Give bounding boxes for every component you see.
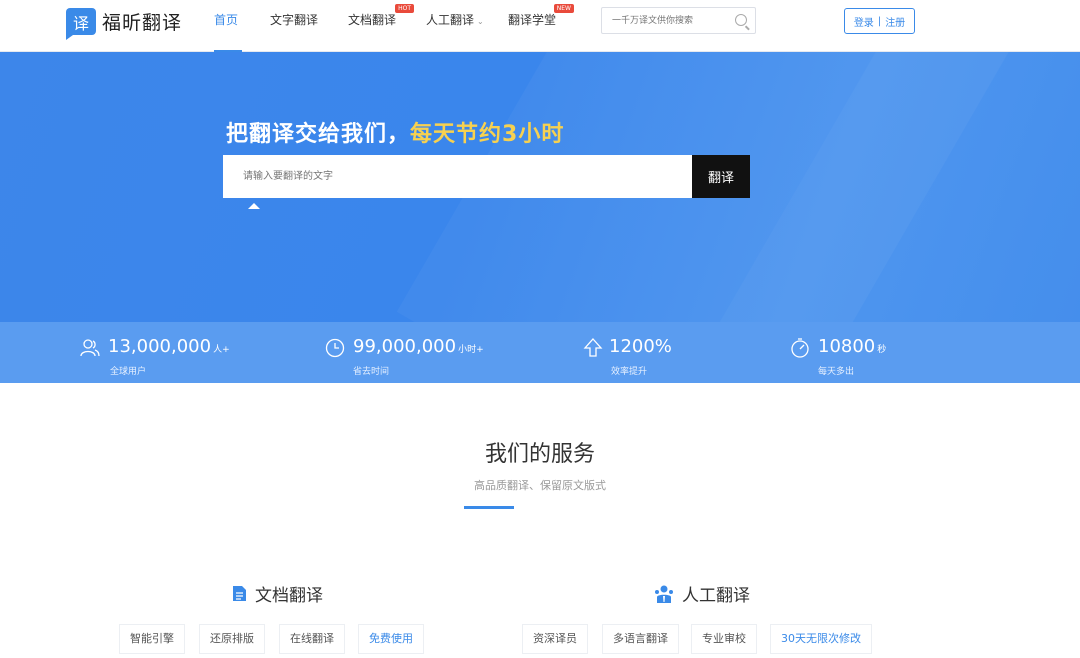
human-service-heading: 人工翻译 [654,581,750,606]
login-link[interactable]: 登录 [854,14,874,29]
stats-bar: 13,000,000 人+ 全球用户 99,000,000 小时+ 省去时间 120… [0,322,1080,383]
nav-item-home[interactable]: 首页 [214,0,242,52]
stat-label: 效率提升 [611,367,648,377]
translate-input[interactable] [223,155,693,198]
stat-value: 1200% [609,336,672,357]
search-input[interactable] [612,8,732,34]
stat-value: 99,000,000 小时+ [353,336,484,357]
stat-label: 省去时间 [353,367,390,377]
separator: | [877,15,882,27]
chevron-down-icon: ⌄ [477,17,484,26]
nav-item-label: 首页 [214,13,239,27]
top-header: 译 福昕翻译 首页 文字翻译 文档翻译HOT 人工翻译⌄ 翻译学堂NEW 登录 … [0,0,1080,52]
doc-tag[interactable]: 还原排版 [199,624,265,654]
services-title: 我们的服务 [484,442,595,467]
doc-tag-free[interactable]: 免费使用 [358,624,424,654]
doc-tag[interactable]: 在线翻译 [279,624,345,654]
register-link[interactable]: 注册 [885,14,905,29]
hero-title-highlight: 每天节约3小时 [410,122,565,147]
search-box [601,7,756,34]
human-service-title: 人工翻译 [682,586,750,606]
document-icon [233,586,246,601]
login-register-button[interactable]: 登录 | 注册 [844,8,915,34]
translate-button[interactable]: 翻译 [692,155,750,198]
human-tag[interactable]: 专业审校 [691,624,757,654]
stat-label: 每天多出 [818,367,855,377]
stat-value: 13,000,000 人+ [108,336,230,357]
human-tag[interactable]: 资深译员 [522,624,588,654]
title-underline [464,506,514,509]
nav-item-label: 人工翻译 [426,13,475,27]
users-icon [80,339,100,357]
search-icon[interactable] [735,14,747,26]
services-subtitle: 高品质翻译、保留原文版式 [474,479,606,492]
timer-icon [791,338,809,358]
nav-item-label: 文档翻译 [348,13,397,27]
hero-title-main: 把翻译交给我们， [226,122,411,147]
nav-item-label: 文字翻译 [270,13,319,27]
nav-item-label: 翻译学堂 [508,13,557,27]
logo-name: 福昕翻译 [102,12,183,34]
logo[interactable]: 译 福昕翻译 [66,8,183,40]
hot-badge: HOT [395,4,414,13]
nav-item-human-translate[interactable]: 人工翻译 ⌄ [426,0,488,52]
nav-item-academy[interactable]: 翻译学堂 NEW [508,0,574,52]
nav-item-text-translate[interactable]: 文字翻译 [270,0,320,52]
stat-value: 10800 秒 [818,336,887,357]
new-badge: NEW [553,4,574,13]
nav-item-doc-translate[interactable]: 文档翻译 HOT [348,0,414,52]
doc-tag[interactable]: 智能引擎 [119,624,185,654]
arrow-up-icon [583,338,603,357]
people-icon [655,585,673,603]
doc-service-title: 文档翻译 [255,586,323,606]
clock-icon [325,338,345,358]
doc-service-heading: 文档翻译 [232,581,323,606]
logo-icon: 译 [66,8,96,40]
hero-title: 把翻译交给我们，每天节约3小时 [226,116,564,148]
stat-label: 全球用户 [110,367,147,377]
human-tag[interactable]: 多语言翻译 [602,624,679,654]
human-tag-unlimited[interactable]: 30天无限次修改 [770,624,872,654]
